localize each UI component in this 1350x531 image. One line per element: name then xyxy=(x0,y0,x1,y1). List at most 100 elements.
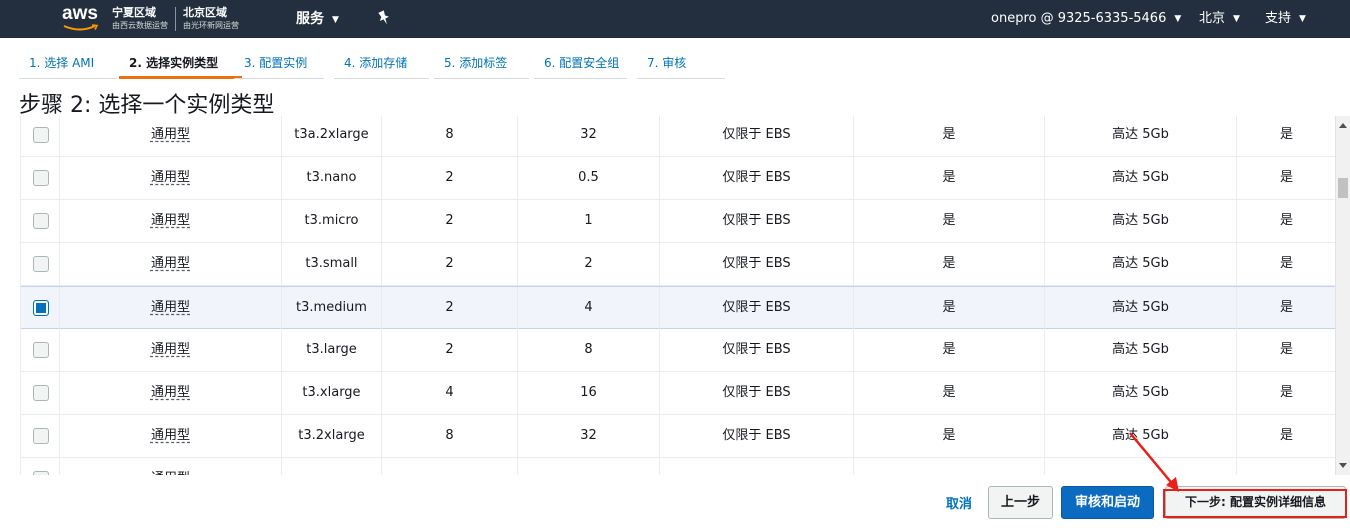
scroll-down-arrow-icon[interactable] xyxy=(1339,463,1347,468)
region-beijing-title: 北京区域 xyxy=(183,6,227,19)
row-select-checkbox[interactable] xyxy=(33,256,49,272)
previous-button[interactable]: 上一步 xyxy=(988,486,1053,519)
cell-family: 通用型 xyxy=(60,372,282,414)
cell-instance-type-text: t3.2xlarge xyxy=(298,428,365,443)
top-nav-bar: aws 宁夏区域 由西云数据运营 北京区域 由光环新网运营 服务 ▼ onepro… xyxy=(0,0,1350,38)
cell-network-performance: 高达 5Gb xyxy=(1045,372,1237,414)
cell-instance-type-text: t3a.2xlarge xyxy=(294,127,369,142)
cell-instance-type: t3.xlarge xyxy=(282,372,382,414)
cell-family-text[interactable]: 通用型 xyxy=(151,213,190,228)
cell-ebs-optimized: 是 xyxy=(854,372,1045,414)
step-review[interactable]: 7. 审核 xyxy=(637,50,725,79)
cell-memory-text: 1 xyxy=(584,213,593,228)
cell-ebs-optimized: 是 xyxy=(854,329,1045,371)
cell-network-performance-text: 高达 5Gb xyxy=(1112,342,1169,357)
step-configure-instance[interactable]: 3. 配置实例 xyxy=(234,50,324,79)
cell-select xyxy=(21,329,60,371)
row-select-checkbox[interactable] xyxy=(33,385,49,401)
cell-instance-storage-text: 仅限于 EBS xyxy=(722,127,791,142)
cell-family: 通用型 xyxy=(60,116,282,156)
cell-instance-storage: 仅限于 EBS xyxy=(660,116,854,156)
account-menu[interactable]: onepro @ 9325-6335-5466 ▼ xyxy=(991,10,1181,28)
cell-select xyxy=(21,200,60,242)
cell-family-text[interactable]: 通用型 xyxy=(151,256,190,271)
table-scrollbar[interactable] xyxy=(1335,116,1350,475)
pin-icon[interactable] xyxy=(377,10,391,26)
cell-network-performance: 高达 5Gb xyxy=(1045,329,1237,371)
cell-instance-type: t3.small xyxy=(282,243,382,285)
row-select-checkbox[interactable] xyxy=(33,428,49,444)
cell-family-text[interactable]: 通用型 xyxy=(151,342,190,357)
cell-family-text[interactable]: 通用型 xyxy=(151,170,190,185)
table-row[interactable]: 通用型 t3.medium 2 4 仅限于 EBS 是 高达 5Gb 是 xyxy=(21,286,1335,329)
cell-ipv6-support: 是 xyxy=(1237,157,1335,199)
cell-vcpus-text: 2 xyxy=(445,300,454,315)
cell-ipv6-support-text: 是 xyxy=(1279,300,1293,315)
cell-memory: 0.5 xyxy=(518,157,660,199)
cell-memory-text: 0.5 xyxy=(578,170,599,185)
region-ningxia: 宁夏区域 由西云数据运营 xyxy=(112,6,168,32)
support-menu-label: 支持 xyxy=(1265,11,1292,26)
cell-vcpus: 2 xyxy=(382,287,518,329)
cancel-button[interactable]: 取消 xyxy=(946,493,972,512)
row-select-checkbox[interactable] xyxy=(33,342,49,358)
cell-select xyxy=(21,458,60,475)
step-choose-ami[interactable]: 1. 选择 AMI xyxy=(19,50,117,79)
cell-family: 通用型 xyxy=(60,287,282,329)
cell-family-text[interactable]: 通用型 xyxy=(151,127,190,142)
scrollbar-thumb[interactable] xyxy=(1338,178,1348,198)
cell-instance-type-text: t3.xlarge xyxy=(302,385,361,400)
cell-ebs-optimized-text: 是 xyxy=(942,256,956,271)
region-divider xyxy=(175,7,176,31)
cell-family-text[interactable]: 通用型 xyxy=(151,385,190,400)
table-row[interactable]: 通用型 t3.micro 2 1 仅限于 EBS 是 高达 5Gb 是 xyxy=(21,200,1335,243)
cell-ipv6-support-text: 是 xyxy=(1279,127,1293,142)
row-select-checkbox[interactable] xyxy=(33,127,49,143)
cell-vcpus-text: 8 xyxy=(445,127,454,142)
table-row[interactable]: 通用型 t3a.2xlarge 8 32 仅限于 EBS 是 高达 5Gb 是 xyxy=(21,116,1335,157)
table-row[interactable]: 通用型 t3.small 2 2 仅限于 EBS 是 高达 5Gb 是 xyxy=(21,243,1335,286)
aws-logo[interactable]: aws xyxy=(62,4,100,34)
cell-instance-storage: 仅限于 EBS xyxy=(660,157,854,199)
row-select-checkbox[interactable] xyxy=(33,213,49,229)
cell-network-performance: 高达 5Gb xyxy=(1045,243,1237,285)
region-beijing: 北京区域 由光环新网运营 xyxy=(183,6,239,32)
cell-select xyxy=(21,287,60,329)
cell-family-text[interactable]: 通用型 xyxy=(151,300,190,315)
cell-memory-text: 4 xyxy=(584,300,593,315)
row-select-checkbox[interactable] xyxy=(33,170,49,186)
step-configure-security-group[interactable]: 6. 配置安全组 xyxy=(534,50,627,79)
cell-ebs-optimized-text: 是 xyxy=(942,127,956,142)
cell-instance-storage-text: 仅限于 EBS xyxy=(722,170,791,185)
step-choose-instance-type[interactable]: 2. 选择实例类型 xyxy=(119,50,242,79)
table-row[interactable]: 通用型 t3.large 2 8 仅限于 EBS 是 高达 5Gb 是 xyxy=(21,329,1335,372)
table-row[interactable]: 通用型 t3.nano 2 0.5 仅限于 EBS 是 高达 5Gb 是 xyxy=(21,157,1335,200)
cell-instance-type: t3.nano xyxy=(282,157,382,199)
cell-instance-type-text: t3.large xyxy=(306,342,357,357)
cell-ipv6-support-text: 是 xyxy=(1279,342,1293,357)
cell-network-performance: 高达 5Gb xyxy=(1045,287,1237,329)
chevron-down-icon: ▼ xyxy=(1174,14,1182,24)
annotation-arrow-icon xyxy=(1129,432,1179,492)
step-add-storage[interactable]: 4. 添加存储 xyxy=(334,50,429,79)
table-row[interactable]: 通用型 t3.xlarge 4 16 仅限于 EBS 是 高达 5Gb 是 xyxy=(21,372,1335,415)
cell-memory-text: 16 xyxy=(580,385,597,400)
cell-memory-text: 2 xyxy=(584,256,593,271)
row-select-checkbox[interactable] xyxy=(33,300,49,316)
cell-ipv6-support: 是 xyxy=(1237,243,1335,285)
services-menu-label: 服务 xyxy=(296,11,324,27)
services-menu[interactable]: 服务 ▼ xyxy=(296,10,339,29)
cell-network-performance-text: 高达 5Gb xyxy=(1112,300,1169,315)
cell-instance-storage-text: 仅限于 EBS xyxy=(722,213,791,228)
cell-vcpus: 2 xyxy=(382,200,518,242)
scroll-up-arrow-icon[interactable] xyxy=(1339,123,1347,128)
cell-vcpus: 2 xyxy=(382,243,518,285)
cell-select xyxy=(21,157,60,199)
support-menu[interactable]: 支持 ▼ xyxy=(1265,10,1306,28)
cell-instance-storage xyxy=(660,458,854,475)
cell-family-text[interactable]: 通用型 xyxy=(151,428,190,443)
step-add-tags[interactable]: 5. 添加标签 xyxy=(434,50,529,79)
cell-instance-storage: 仅限于 EBS xyxy=(660,372,854,414)
cell-vcpus-text: 8 xyxy=(445,428,454,443)
region-menu[interactable]: 北京 ▼ xyxy=(1199,10,1240,28)
